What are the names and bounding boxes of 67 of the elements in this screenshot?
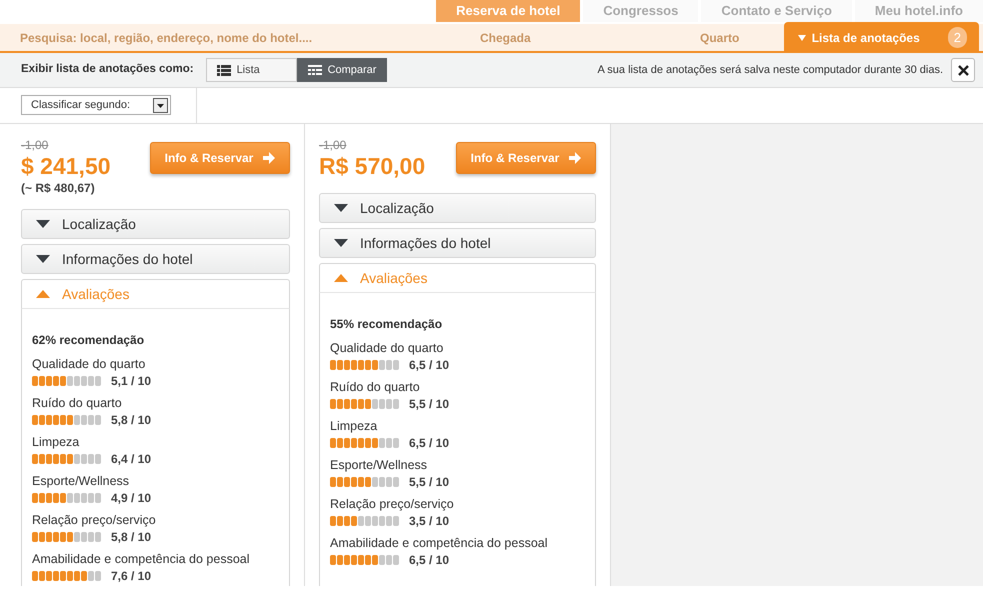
rating-label: Qualidade do quarto	[32, 357, 146, 372]
section-header[interactable]: Localização	[21, 209, 290, 240]
arrow-icon	[569, 152, 582, 164]
rating-score: 5,8 / 10	[111, 412, 152, 430]
rating-score: 3,5 / 10	[409, 513, 450, 530]
nav-tab[interactable]: Meu hotel.info	[854, 0, 983, 22]
rating-score: 6,4 / 10	[111, 451, 152, 468]
price: $ 241,50	[21, 154, 111, 180]
recommendation-text: 62% recomendação	[32, 332, 146, 350]
rating-label: Ruído do quarto	[32, 396, 123, 412]
triangle-up-icon	[334, 274, 348, 282]
rating-score: 5,5 / 10	[409, 474, 450, 492]
rating-label: Relação preço/serviço	[32, 513, 157, 528]
rating-score: 6,5 / 10	[409, 357, 450, 374]
rating-label: Limpeza	[32, 435, 80, 450]
triangle-up-icon	[36, 290, 50, 298]
triangle-down-icon	[334, 239, 348, 248]
triangle-down-icon	[36, 220, 50, 228]
rating-label: Ruído do quarto	[330, 380, 421, 396]
arrow-icon	[263, 152, 276, 164]
notice-text: A sua lista de anotações será salva neste computador durante 30 dias.	[598, 62, 943, 78]
close-icon	[958, 64, 968, 76]
dropdown-icon	[153, 98, 168, 112]
section-header[interactable]: Informações do hotel	[319, 228, 596, 258]
rating-label: Qualidade do quarto	[330, 341, 444, 356]
count-badge: 2	[948, 26, 967, 48]
rating-score: 5,5 / 10	[409, 396, 450, 414]
rating-score: 4,9 / 10	[111, 490, 152, 508]
grid-icon	[308, 65, 322, 75]
rating-score: 7,6 / 10	[111, 568, 152, 586]
triangle-down-icon	[334, 204, 348, 212]
rating-label: Esporte/Wellness	[32, 474, 130, 490]
sort-select[interactable]: Classificar segundo:	[21, 95, 171, 115]
rating-label: Amabilidade e competência do pessoal	[330, 536, 548, 552]
section-header[interactable]: Localização	[319, 193, 596, 224]
triangle-down-icon	[36, 255, 50, 264]
reserve-button[interactable]: Info & Reservar	[456, 142, 596, 174]
rating-score: 5,1 / 10	[111, 373, 152, 390]
list-icon	[216, 64, 231, 76]
section-header[interactable]: Informações do hotel	[21, 244, 290, 274]
reserve-button[interactable]: Info & Reservar	[150, 142, 290, 174]
view-label: Exibir lista de anotações como:	[21, 62, 194, 78]
recommendation-text: 55% recomendação	[330, 316, 444, 334]
search-field[interactable]: Pesquisa: local, região, endereço, nome do hotel....	[20, 28, 480, 46]
nav-tab[interactable]: Reserva de hotel	[436, 0, 580, 22]
close-button[interactable]	[951, 58, 975, 82]
rating-label: Esporte/Wellness	[330, 458, 428, 474]
notes-tab[interactable]: Lista de anotações 2	[784, 22, 979, 53]
price: R$ 570,00	[319, 154, 426, 180]
rating-label: Relação preço/serviço	[330, 497, 455, 512]
rating-score: 6,5 / 10	[409, 552, 450, 570]
old-price: -1,00	[21, 137, 50, 154]
view-tab[interactable]: Comparar	[296, 58, 387, 82]
section-header[interactable]: Avaliações	[319, 263, 596, 294]
arrival-field[interactable]: Chegada	[480, 28, 700, 46]
nav-tab[interactable]: Congressos	[583, 0, 698, 22]
nav-tab[interactable]: Contato e Serviço	[701, 0, 852, 22]
room-field[interactable]: Quarto	[700, 28, 740, 46]
rating-label: Limpeza	[330, 419, 378, 434]
view-tab[interactable]: Lista	[206, 58, 297, 82]
rating-label: Amabilidade e competência do pessoal	[32, 552, 250, 568]
caret-icon	[798, 34, 806, 40]
converted-price: (~ R$ 480,67)	[21, 180, 96, 198]
rating-score: 5,8 / 10	[111, 529, 152, 546]
old-price: -1,00	[319, 137, 348, 154]
section-header[interactable]: Avaliações	[21, 279, 290, 310]
rating-score: 6,5 / 10	[409, 435, 450, 452]
